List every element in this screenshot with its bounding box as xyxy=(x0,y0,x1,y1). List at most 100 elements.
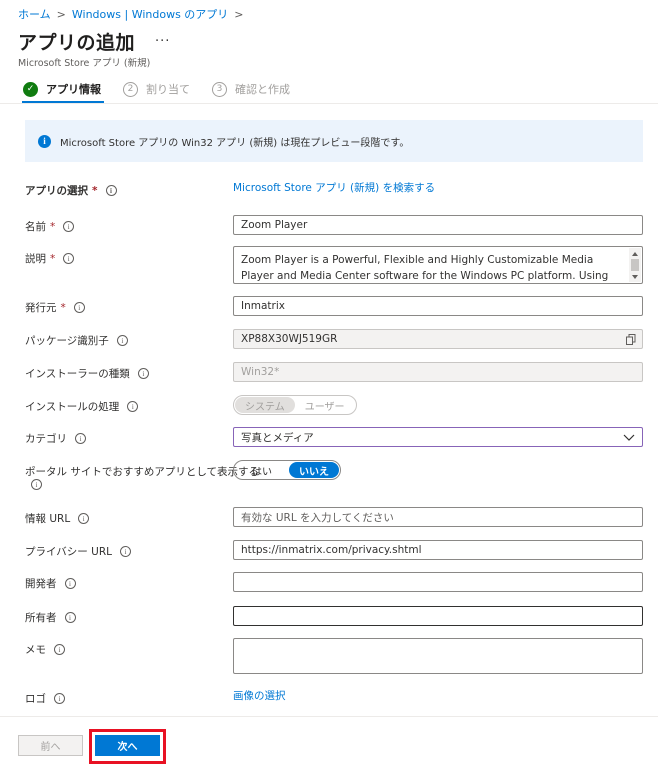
name-label: 名前 * i xyxy=(25,219,75,234)
owner-label: 所有者 i xyxy=(25,610,76,625)
developer-label: 開発者 i xyxy=(25,576,76,591)
app-select-label: アプリの選択 * i xyxy=(25,183,117,198)
label-text: カテゴリ xyxy=(25,433,67,445)
label-text: メモ xyxy=(25,644,46,656)
breadcrumb: ホーム > Windows | Windows のアプリ > xyxy=(18,6,244,22)
step-number: 2 xyxy=(123,81,138,97)
featured-app-toggle[interactable]: はい いいえ xyxy=(233,460,341,480)
logo-label: ロゴ i xyxy=(25,691,65,706)
required-marker: * xyxy=(50,252,56,265)
page-subtitle: Microsoft Store アプリ (新規) xyxy=(18,58,151,69)
scroll-down-icon[interactable] xyxy=(632,275,638,279)
footer-divider xyxy=(0,716,658,717)
chevron-down-icon xyxy=(623,434,635,441)
notes-textarea[interactable] xyxy=(233,638,643,674)
info-icon[interactable]: i xyxy=(127,401,139,412)
description-label: 説明 * i xyxy=(25,251,75,266)
info-icon: i xyxy=(38,134,51,148)
label-text: 所有者 xyxy=(25,612,57,624)
title-row: アプリの追加 ··· xyxy=(18,28,170,55)
more-options-icon[interactable]: ··· xyxy=(155,34,170,49)
publisher-label: 発行元 * i xyxy=(25,300,85,315)
privacy-url-label: プライバシー URL i xyxy=(25,544,131,559)
label-text: インストーラーの種類 xyxy=(25,368,130,380)
owner-input[interactable] xyxy=(233,606,643,626)
developer-input[interactable] xyxy=(233,572,643,592)
package-id-label: パッケージ識別子 i xyxy=(25,333,128,348)
breadcrumb-windows-apps[interactable]: Windows | Windows のアプリ xyxy=(72,6,228,22)
scrollbar[interactable] xyxy=(629,248,641,282)
divider xyxy=(0,103,658,104)
step-assignments[interactable]: 2 割り当て xyxy=(123,81,190,97)
description-text: Zoom Player is a Powerful, Flexible and … xyxy=(241,254,609,282)
step-review-create[interactable]: 3 確認と作成 xyxy=(212,81,290,97)
required-marker: * xyxy=(92,184,98,197)
info-icon[interactable]: i xyxy=(75,433,86,444)
info-icon[interactable]: i xyxy=(73,302,85,313)
step-label: アプリ情報 xyxy=(46,83,101,96)
info-banner: i Microsoft Store アプリの Win32 アプリ (新規) は現… xyxy=(25,120,643,162)
info-icon[interactable]: i xyxy=(137,368,149,379)
breadcrumb-separator: > xyxy=(56,7,66,21)
install-behavior-label: インストールの処理 i xyxy=(25,399,139,414)
checkmark-icon: ✓ xyxy=(23,81,38,97)
info-icon[interactable]: i xyxy=(119,546,131,557)
select-image-link[interactable]: 画像の選択 xyxy=(233,688,286,703)
label-text: 発行元 xyxy=(25,302,57,314)
category-dropdown[interactable]: 写真とメディア xyxy=(233,427,643,447)
search-store-app-link[interactable]: Microsoft Store アプリ (新規) を検索する xyxy=(233,180,435,195)
label-text: プライバシー URL xyxy=(25,546,112,558)
toggle-option-user[interactable]: ユーザー xyxy=(295,397,355,413)
package-id-value: XP88X30WJ519GR xyxy=(241,333,338,345)
info-icon[interactable]: i xyxy=(64,578,76,589)
label-text: アプリの選択 xyxy=(25,185,88,197)
copy-icon[interactable] xyxy=(626,334,636,345)
package-id-field: XP88X30WJ519GR xyxy=(233,329,643,349)
required-marker: * xyxy=(60,301,66,314)
page-title: アプリの追加 xyxy=(18,32,136,54)
info-icon[interactable]: i xyxy=(63,221,75,232)
publisher-input[interactable]: Inmatrix xyxy=(233,296,643,316)
next-button[interactable]: 次へ xyxy=(95,735,160,756)
info-icon[interactable]: i xyxy=(64,612,76,623)
toggle-option-system[interactable]: システム xyxy=(235,397,295,413)
installer-type-field: Win32* xyxy=(233,362,643,382)
info-url-label: 情報 URL i xyxy=(25,511,90,526)
info-icon[interactable]: i xyxy=(116,335,128,346)
info-icon[interactable]: i xyxy=(31,479,42,490)
featured-app-label: ポータル サイトでおすすめアプリとして表示する xyxy=(25,466,260,478)
install-behavior-toggle[interactable]: システム ユーザー xyxy=(233,395,357,415)
label-text: 名前 xyxy=(25,221,46,233)
label-text: パッケージ識別子 xyxy=(25,335,109,347)
installer-type-label: インストーラーの種類 i xyxy=(25,366,149,381)
step-number: 3 xyxy=(212,81,227,97)
toggle-option-no[interactable]: いいえ xyxy=(289,462,339,478)
name-input[interactable]: Zoom Player xyxy=(233,215,643,235)
wizard-steps: ✓ アプリ情報 2 割り当て 3 確認と作成 xyxy=(23,81,312,97)
label-text: 開発者 xyxy=(25,578,57,590)
breadcrumb-home[interactable]: ホーム xyxy=(18,6,51,22)
label-text: ロゴ xyxy=(25,693,46,705)
info-url-input[interactable]: 有効な URL を入力してください xyxy=(233,507,643,527)
category-label: カテゴリ i xyxy=(25,431,86,446)
label-text: 情報 URL xyxy=(25,513,71,525)
info-icon[interactable]: i xyxy=(105,185,117,196)
previous-button[interactable]: 前へ xyxy=(18,735,83,756)
info-icon[interactable]: i xyxy=(54,693,65,704)
info-icon[interactable]: i xyxy=(78,513,90,524)
description-textarea[interactable]: Zoom Player is a Powerful, Flexible and … xyxy=(233,246,643,284)
label-text: インストールの処理 xyxy=(25,401,120,413)
step-app-info[interactable]: ✓ アプリ情報 xyxy=(23,81,101,97)
toggle-option-yes[interactable]: はい xyxy=(235,462,289,478)
label-text: 説明 xyxy=(25,253,46,265)
scroll-up-icon[interactable] xyxy=(632,252,638,256)
breadcrumb-separator: > xyxy=(234,7,244,21)
info-icon[interactable]: i xyxy=(54,644,65,655)
info-icon[interactable]: i xyxy=(63,253,75,264)
info-banner-text: Microsoft Store アプリの Win32 アプリ (新規) は現在プ… xyxy=(60,137,410,149)
notes-label: メモ i xyxy=(25,642,65,657)
step-label: 割り当て xyxy=(146,83,190,96)
required-marker: * xyxy=(50,220,56,233)
privacy-url-input[interactable]: https://inmatrix.com/privacy.shtml xyxy=(233,540,643,560)
scroll-thumb[interactable] xyxy=(631,259,639,271)
